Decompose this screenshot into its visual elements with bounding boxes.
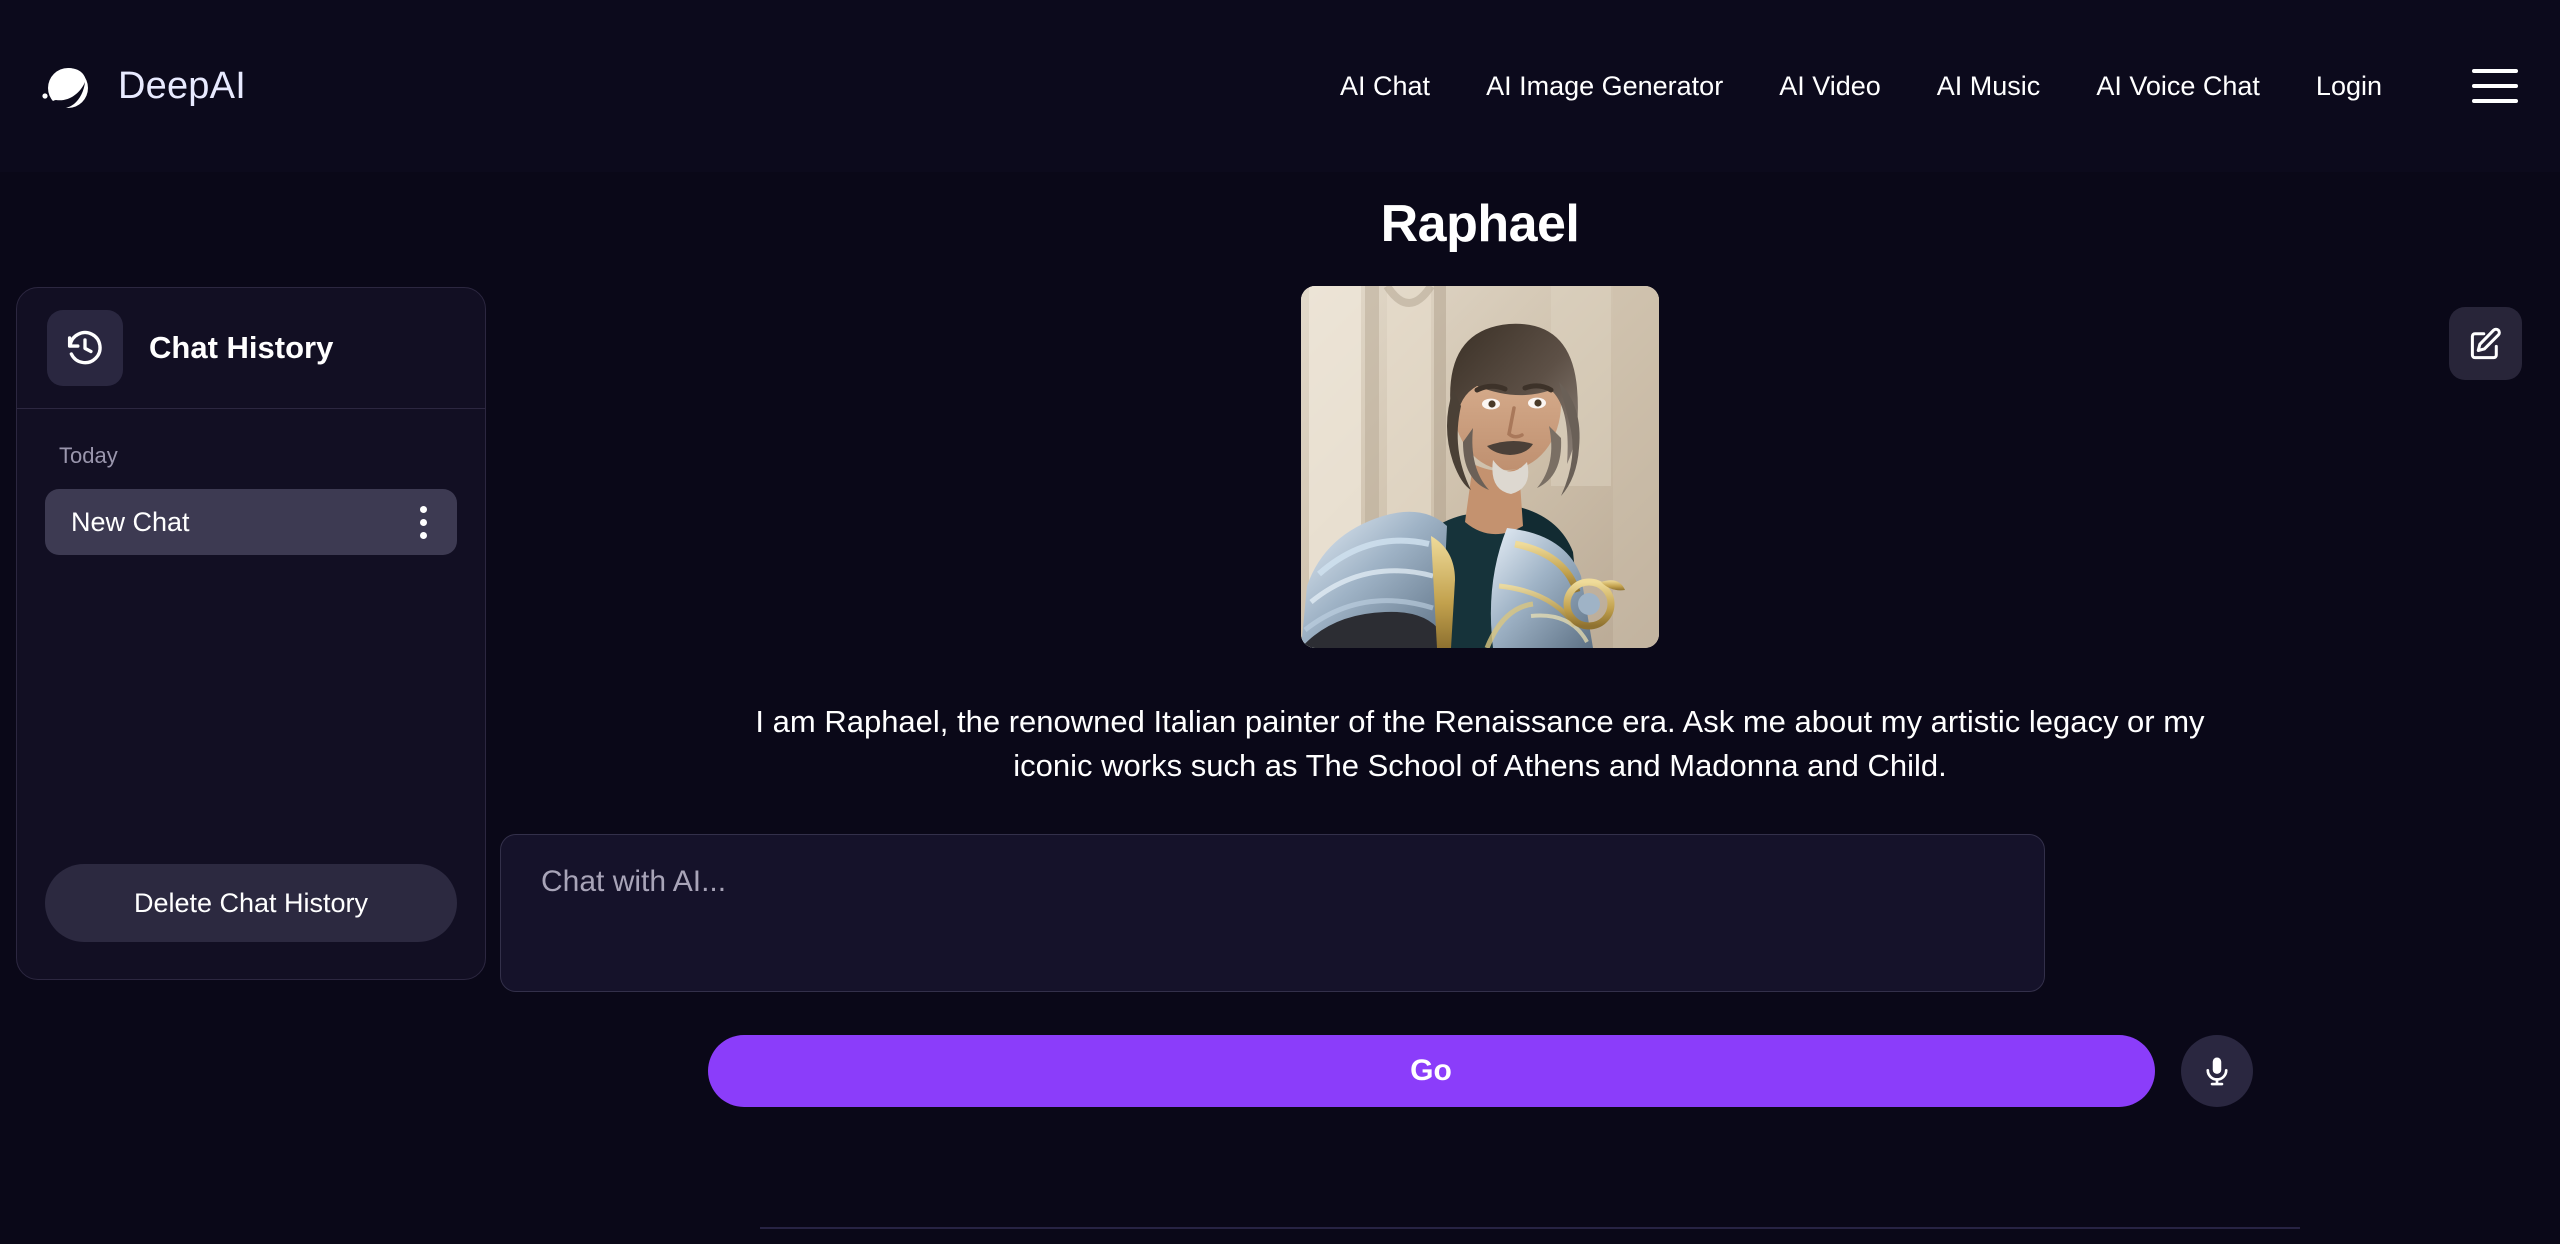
chat-history-item-new-chat[interactable]: New Chat [45,489,457,555]
avatar-container [500,286,2460,648]
nav-item-ai-voice-chat[interactable]: AI Voice Chat [2068,71,2288,102]
hamburger-bar [2472,69,2518,73]
chat-input[interactable] [500,834,2045,993]
go-button[interactable]: Go [707,1035,2155,1108]
site-header: DeepAI AI Chat AI Image Generator AI Vid… [0,0,2560,172]
dot [420,505,427,513]
sidebar-chat-list: Today New Chat [17,409,485,864]
primary-nav: AI Chat AI Image Generator AI Video AI M… [1312,71,2410,102]
chat-group-label-today: Today [59,443,118,468]
nav-item-login[interactable]: Login [2288,71,2410,102]
sidebar-title: Chat History [149,330,334,365]
sidebar-footer: Delete Chat History [17,864,485,942]
dot [420,518,427,526]
chat-item-label: New Chat [71,506,190,537]
page-title: Raphael [1380,195,1580,253]
main-content: Raphael I am Raphael, the renowned Itali… [500,172,2460,1244]
more-vertical-icon[interactable] [412,500,435,545]
character-description: I am Raphael, the renowned Italian paint… [755,704,2205,784]
chat-action-row: Go [707,1035,2253,1108]
nav-item-ai-music[interactable]: AI Music [1909,71,2069,102]
dot [420,531,427,539]
microphone-icon[interactable] [2180,1035,2253,1108]
nav-item-ai-chat[interactable]: AI Chat [1312,71,1458,102]
hamburger-bar [2472,84,2518,88]
dolphin-logo-icon [40,58,96,114]
bottom-divider [760,1227,2300,1229]
avatar [1301,286,1659,648]
brand-logo-link[interactable]: DeepAI [40,58,246,114]
chat-history-sidebar: Chat History Today New Chat Delete Chat … [16,287,486,980]
history-clock-icon [47,310,123,386]
nav-item-ai-image-generator[interactable]: AI Image Generator [1458,71,1751,102]
brand-name: DeepAI [118,64,246,107]
hamburger-bar [2472,99,2518,103]
hamburger-menu-icon[interactable] [2472,69,2518,103]
edit-compose-icon[interactable] [2449,307,2522,380]
sidebar-header: Chat History [17,288,485,409]
nav-item-ai-video[interactable]: AI Video [1751,71,1909,102]
delete-chat-history-button[interactable]: Delete Chat History [45,864,457,942]
